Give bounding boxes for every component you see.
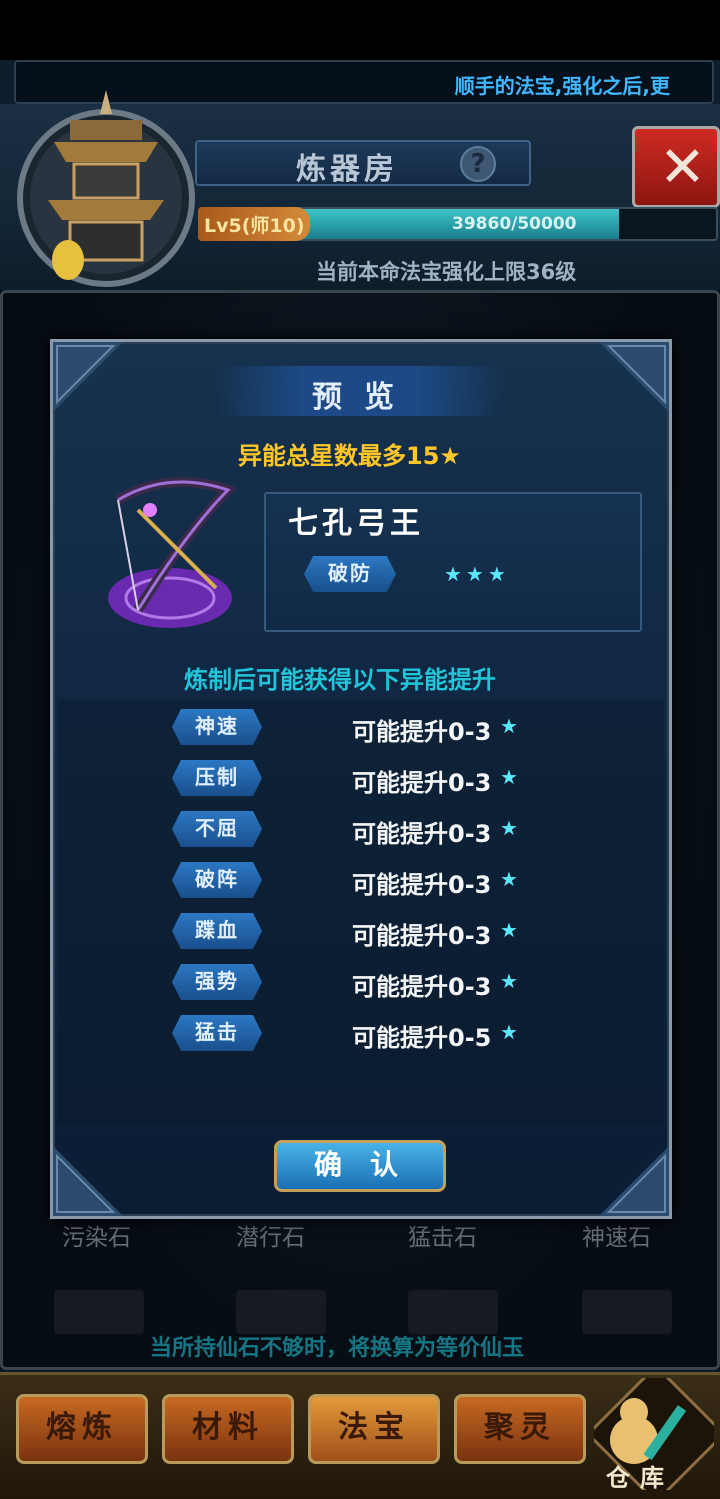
- star-icon: ★: [500, 816, 518, 840]
- ability-tag: 破阵: [172, 862, 262, 898]
- ability-upgrade-text: 可能提升0-3: [352, 718, 492, 746]
- close-icon: ✕: [659, 135, 706, 200]
- ability-tag: 不屈: [172, 811, 262, 847]
- ability-upgrade-text: 可能提升0-3: [352, 871, 492, 899]
- ability-upgrade-text: 可能提升0-3: [352, 820, 492, 848]
- ability-tag: 猛击: [172, 1015, 262, 1051]
- page-title: 炼器房: [296, 152, 398, 187]
- tab-treasure[interactable]: 法宝: [308, 1394, 440, 1464]
- star-icon: ★: [500, 969, 518, 993]
- ability-tag: 蹀血: [172, 913, 262, 949]
- corner-ornament: [53, 1146, 123, 1216]
- corner-ornament: [599, 342, 669, 412]
- ability-tag: 神速: [172, 709, 262, 745]
- ability-upgrade-text: 可能提升0-3: [352, 922, 492, 950]
- star-icon: ★: [500, 765, 518, 789]
- star-icon: ★: [500, 867, 518, 891]
- ability-upgrade-text: 可能提升0-3: [352, 973, 492, 1001]
- artifact-emblem-icon[interactable]: [8, 80, 204, 290]
- tab-gather-spirit[interactable]: 聚灵: [454, 1394, 586, 1464]
- corner-ornament: [599, 1146, 669, 1216]
- ability-upgrade-text: 可能提升0-5: [352, 1024, 492, 1052]
- tab-materials[interactable]: 材料: [162, 1394, 294, 1464]
- ability-upgrade-text: 可能提升0-3: [352, 769, 492, 797]
- ticker-text: 顺手的法宝,强化之后,更: [454, 74, 670, 98]
- item-ability-stars: ★★★: [444, 562, 510, 586]
- star-icon: ★: [500, 1020, 518, 1044]
- star-icon: ★: [500, 714, 518, 738]
- corner-ornament: [53, 342, 123, 412]
- help-icon[interactable]: ?: [460, 146, 496, 182]
- ability-tag: 压制: [172, 760, 262, 796]
- strengthen-limit-text: 当前本命法宝强化上限36级: [316, 260, 577, 284]
- confirm-button[interactable]: 确认: [274, 1140, 446, 1192]
- max-star-note: 异能总星数最多15★: [238, 442, 461, 470]
- tab-smelt[interactable]: 熔炼: [16, 1394, 148, 1464]
- level-value: 39860/50000: [452, 214, 577, 234]
- bow-weapon-icon[interactable]: [98, 470, 248, 630]
- level-badge-text: Lv5(师10): [204, 215, 305, 237]
- star-icon: ★: [500, 918, 518, 942]
- close-button[interactable]: ✕: [632, 126, 720, 208]
- level-badge: Lv5(师10): [198, 207, 310, 241]
- storage-label: 仓库: [606, 1463, 674, 1492]
- item-name: 七孔弓王: [288, 506, 424, 541]
- item-ability-tag: 破防: [304, 556, 396, 592]
- dialog-title: 预览: [312, 380, 416, 415]
- upgrade-subtitle: 炼制后可能获得以下异能提升: [184, 666, 496, 694]
- ability-tag: 强势: [172, 964, 262, 1000]
